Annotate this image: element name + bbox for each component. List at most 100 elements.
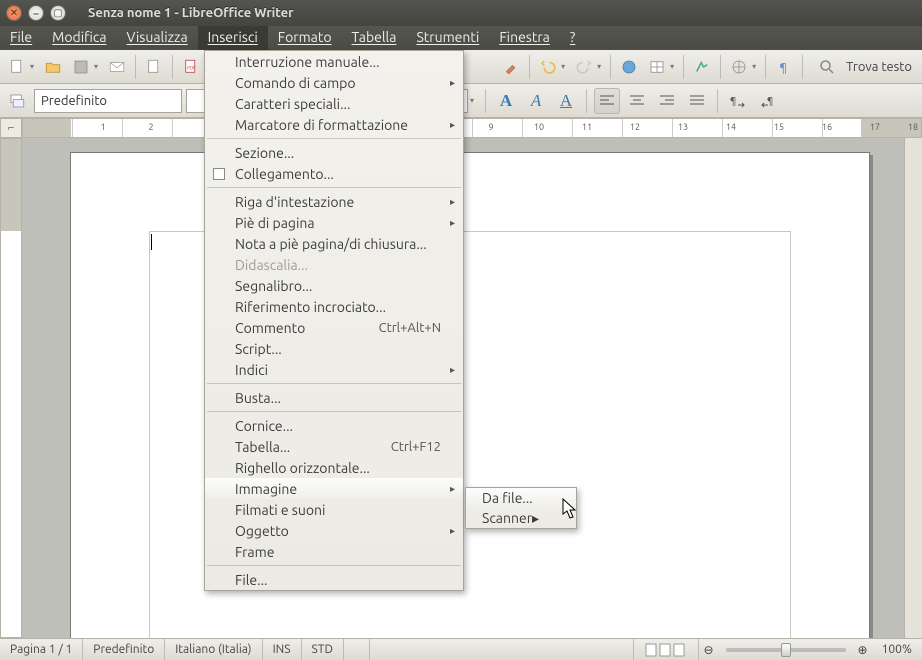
align-left-button[interactable] xyxy=(594,88,620,114)
horizontal-ruler[interactable]: 1 2 9 10 11 12 13 14 15 16 17 18 xyxy=(22,118,922,138)
align-justify-button[interactable] xyxy=(684,88,710,114)
paragraph-style-combo[interactable]: Predefinito xyxy=(34,89,182,113)
navigator-button[interactable] xyxy=(726,54,752,80)
menu-tools[interactable]: Strumenti xyxy=(406,26,489,50)
menu-separator xyxy=(207,383,461,384)
toolbar-separator xyxy=(529,55,530,79)
underline-button[interactable]: A xyxy=(553,88,579,114)
status-insert-mode[interactable]: INS xyxy=(263,639,302,660)
status-zoom[interactable]: 100% xyxy=(872,639,922,660)
menu-object[interactable]: Oggetto▸ xyxy=(205,520,463,541)
vertical-scrollbar[interactable] xyxy=(904,138,922,638)
submenu-scanner[interactable]: Scanner▸ xyxy=(466,508,576,528)
menu-window[interactable]: Finestra xyxy=(489,26,560,50)
bold-button[interactable]: A xyxy=(493,88,519,114)
edit-button[interactable] xyxy=(141,54,167,80)
menu-horizontal-rule[interactable]: Righello orizzontale... xyxy=(205,457,463,478)
shortcut-text: Ctrl+F12 xyxy=(391,440,441,454)
insert-menu-popup: Interruzione manuale... Comando di campo… xyxy=(204,50,464,591)
menu-bookmark[interactable]: Segnalibro... xyxy=(205,275,463,296)
ltr-button[interactable]: ¶ xyxy=(725,88,751,114)
brush-button[interactable] xyxy=(498,54,524,80)
window-title: Senza nome 1 - LibreOffice Writer xyxy=(88,6,294,20)
redo-dropdown-icon[interactable]: ▾ xyxy=(597,62,601,71)
window-maximize-button[interactable]: ▢ xyxy=(50,5,66,21)
rtl-button[interactable]: ¶ xyxy=(755,88,781,114)
menu-floating-frame[interactable]: Frame xyxy=(205,541,463,562)
window-close-button[interactable]: ✕ xyxy=(6,5,22,21)
status-language[interactable]: Italiano (Italia) xyxy=(165,639,262,660)
redo-button[interactable] xyxy=(571,54,597,80)
menu-section[interactable]: Sezione... xyxy=(205,142,463,163)
menu-format[interactable]: Formato xyxy=(268,26,342,50)
status-page[interactable]: Pagina 1 / 1 xyxy=(0,639,83,660)
menu-footer[interactable]: Piè di pagina▸ xyxy=(205,212,463,233)
menu-hyperlink[interactable]: Collegamento... xyxy=(205,163,463,184)
window-titlebar: ✕ – ▢ Senza nome 1 - LibreOffice Writer xyxy=(0,0,922,26)
export-pdf-button[interactable]: PDF xyxy=(178,54,204,80)
menu-crossref[interactable]: Riferimento incrociato... xyxy=(205,296,463,317)
new-doc-button[interactable] xyxy=(4,54,30,80)
table-dropdown-icon[interactable]: ▾ xyxy=(670,62,674,71)
align-center-button[interactable] xyxy=(624,88,650,114)
menu-insert[interactable]: Inserisci xyxy=(198,26,268,50)
menu-edit[interactable]: Modifica xyxy=(42,26,116,50)
save-dropdown-icon[interactable]: ▾ xyxy=(94,62,98,71)
menu-image[interactable]: Immagine▸ xyxy=(205,478,463,499)
drawing-button[interactable] xyxy=(689,54,715,80)
nav-dropdown-icon[interactable]: ▾ xyxy=(752,62,756,71)
image-submenu: Da file... Scanner▸ xyxy=(465,487,577,529)
svg-text:¶: ¶ xyxy=(780,61,788,74)
menu-script[interactable]: Script... xyxy=(205,338,463,359)
menu-header[interactable]: Riga d'intestazione▸ xyxy=(205,191,463,212)
menu-manual-break[interactable]: Interruzione manuale... xyxy=(205,51,463,72)
menu-table[interactable]: Tabella xyxy=(342,26,407,50)
menu-view[interactable]: Visualizza xyxy=(117,26,198,50)
submenu-arrow-icon: ▸ xyxy=(450,525,455,537)
nonprinting-button[interactable]: ¶ xyxy=(771,54,797,80)
italic-button[interactable]: A xyxy=(523,88,549,114)
styles-button[interactable] xyxy=(4,88,30,114)
window-minimize-button[interactable]: – xyxy=(28,5,44,21)
menu-indexes[interactable]: Indici▸ xyxy=(205,359,463,380)
new-doc-dropdown-icon[interactable]: ▾ xyxy=(30,62,34,71)
font-dropdown-icon[interactable]: ▾ xyxy=(470,96,474,105)
hyperlink-button[interactable] xyxy=(616,54,642,80)
toolbar-separator xyxy=(485,89,486,113)
status-selection-mode[interactable]: STD xyxy=(302,639,344,660)
toolbar-separator xyxy=(683,55,684,79)
submenu-arrow-icon: ▸ xyxy=(450,77,455,89)
menu-table[interactable]: Tabella...Ctrl+F12 xyxy=(205,436,463,457)
text-cursor xyxy=(151,234,152,250)
table-button[interactable] xyxy=(644,54,670,80)
menu-movie-sound[interactable]: Filmati e suoni xyxy=(205,499,463,520)
align-right-button[interactable] xyxy=(654,88,680,114)
find-button[interactable] xyxy=(814,54,840,80)
menu-special-chars[interactable]: Caratteri speciali... xyxy=(205,93,463,114)
zoom-slider[interactable] xyxy=(726,648,846,652)
submenu-from-file[interactable]: Da file... xyxy=(466,488,576,508)
menu-footnote[interactable]: Nota a piè pagina/di chiusura... xyxy=(205,233,463,254)
menu-comment[interactable]: CommentoCtrl+Alt+N xyxy=(205,317,463,338)
menu-file[interactable]: File... xyxy=(205,569,463,590)
status-view-layout[interactable] xyxy=(633,639,699,660)
menu-field-command[interactable]: Comando di campo▸ xyxy=(205,72,463,93)
zoom-in-button[interactable]: ⊕ xyxy=(854,639,872,660)
save-button[interactable] xyxy=(68,54,94,80)
undo-button[interactable] xyxy=(535,54,561,80)
svg-text:¶: ¶ xyxy=(730,95,736,106)
status-style[interactable]: Predefinito xyxy=(83,639,165,660)
open-button[interactable] xyxy=(40,54,66,80)
vertical-ruler[interactable] xyxy=(0,138,22,638)
menu-caption: Didascalia... xyxy=(205,254,463,275)
undo-dropdown-icon[interactable]: ▾ xyxy=(561,62,565,71)
menubar: File Modifica Visualizza Inserisci Forma… xyxy=(0,26,922,50)
zoom-out-button[interactable]: ⊖ xyxy=(699,639,717,660)
menu-file[interactable]: File xyxy=(0,26,42,50)
menu-envelope[interactable]: Busta... xyxy=(205,387,463,408)
menu-frame[interactable]: Cornice... xyxy=(205,415,463,436)
menu-format-mark[interactable]: Marcatore di formattazione▸ xyxy=(205,114,463,135)
status-modified xyxy=(344,639,370,660)
menu-help[interactable]: ? xyxy=(560,26,585,50)
email-button[interactable] xyxy=(104,54,130,80)
